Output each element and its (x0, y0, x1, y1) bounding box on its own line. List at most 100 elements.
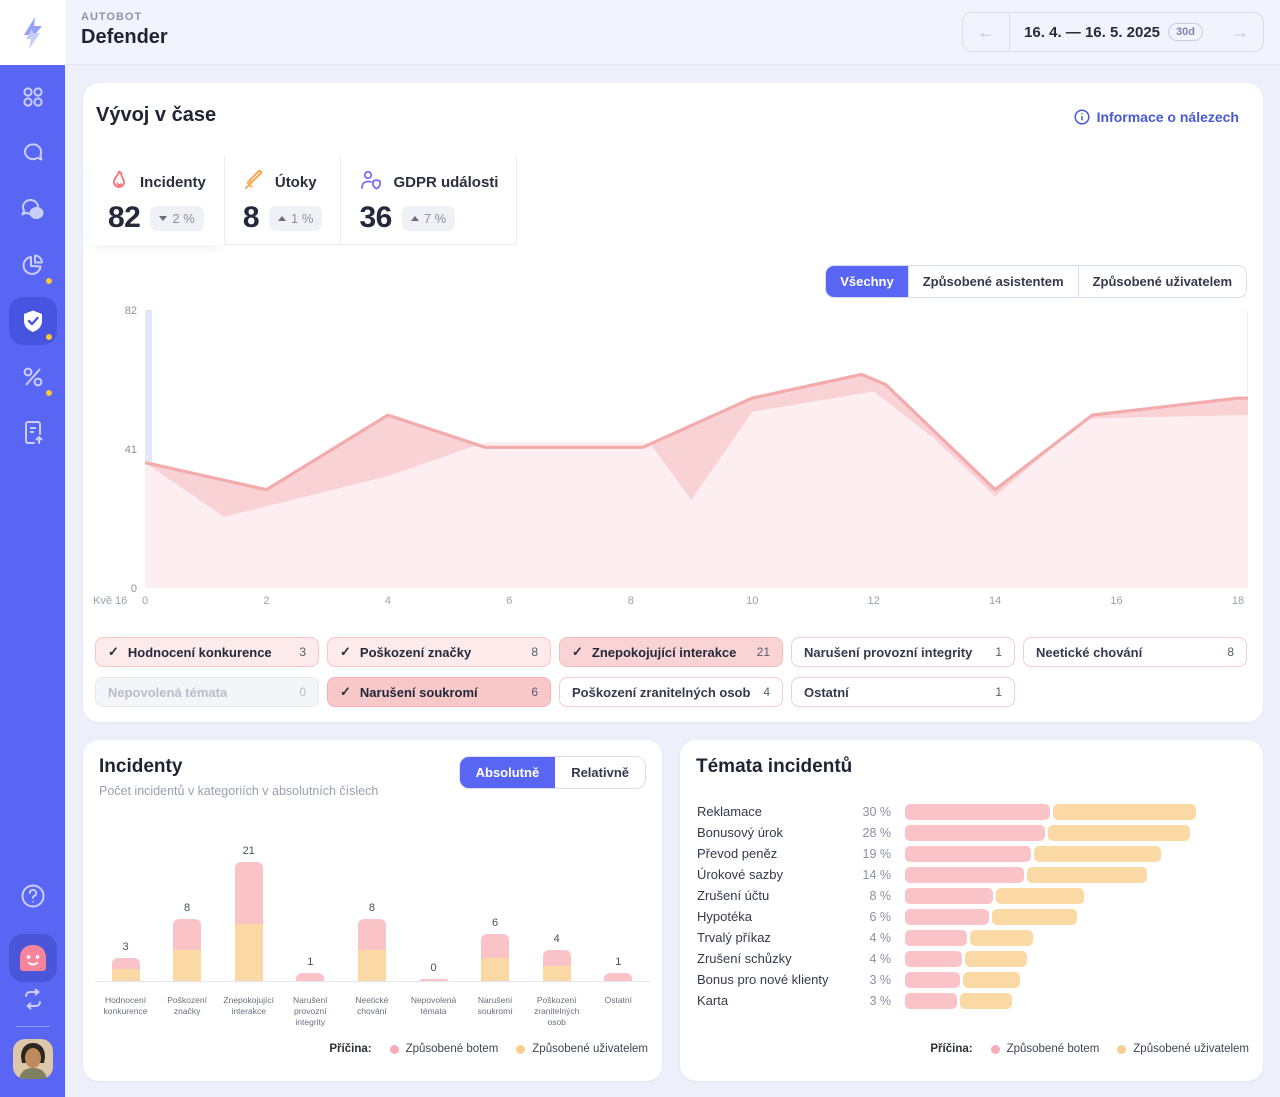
topic-label: Trvalý příkaz (697, 930, 847, 945)
prev-period-button[interactable]: ← (963, 13, 1009, 51)
topic-row-bonusový-úrok[interactable]: Bonusový úrok28 % (697, 822, 1246, 843)
bar-narušení-provozní-integrity[interactable]: 1 (280, 956, 341, 981)
segment-bot (296, 973, 324, 981)
topic-percent: 4 % (847, 931, 891, 945)
sidebar-item-analytics[interactable] (9, 241, 57, 289)
bar-stack (173, 919, 201, 981)
topic-row-hypotéka[interactable]: Hypotéka6 % (697, 906, 1246, 927)
sidebar-item-assistant[interactable] (9, 934, 57, 982)
pie-chart-icon (19, 252, 46, 279)
sidebar-item-help[interactable] (9, 872, 57, 920)
topics-title: Témata incidentů (696, 756, 852, 778)
sidebar-item-conversations[interactable] (9, 185, 57, 233)
bar-value-label: 0 (430, 962, 436, 974)
tab-incidenty[interactable]: Incidenty822 % (90, 155, 225, 245)
gdpr-person-shield-icon (359, 169, 383, 195)
sidebar-item-apps[interactable] (9, 73, 57, 121)
filter-chip-poškození-zranitelných-osob[interactable]: Poškození zranitelných osob4 (559, 677, 783, 707)
bar-neetické-chování[interactable]: 8 (341, 902, 402, 981)
bar-category-label: Ostatní (588, 995, 649, 1006)
legend-dot (1117, 1045, 1126, 1054)
lightning-bolt-icon (18, 16, 48, 50)
bar-stack (296, 973, 324, 981)
topic-segment-bot (905, 804, 1050, 820)
topic-row-úrokové-sazby[interactable]: Úrokové sazby14 % (697, 864, 1246, 885)
bar-hodnocení-konkurence[interactable]: 3 (95, 941, 156, 981)
topic-label: Hypotéka (697, 909, 847, 924)
sidebar-item-chat[interactable] (9, 129, 57, 177)
topic-percent: 19 % (847, 847, 891, 861)
chip-count: 3 (299, 645, 306, 659)
filter-chip-poškození-značky[interactable]: ✓Poškození značky8 (327, 637, 551, 667)
topic-bars (905, 909, 1077, 925)
filter-chip-narušení-provozní-integrity[interactable]: Narušení provozní integrity1 (791, 637, 1015, 667)
legend-item: Způsobené botem (390, 1043, 499, 1055)
date-range-text: 16. 4. — 16. 5. 2025 (1024, 24, 1160, 41)
chip-label: Neetické chování (1036, 645, 1142, 660)
segment-způsobené-uživatelem[interactable]: Způsobené uživatelem (1078, 266, 1246, 297)
filter-chip-ostatní[interactable]: Ostatní1 (791, 677, 1015, 707)
incidents-bar-chart[interactable]: 3821180641 (95, 840, 650, 981)
topics-card: Témata incidentů Reklamace30 %Bonusový ú… (680, 740, 1263, 1081)
filter-chip-narušení-soukromí[interactable]: ✓Narušení soukromí6 (327, 677, 551, 707)
segment-způsobené-asistentem[interactable]: Způsobené asistentem (908, 266, 1078, 297)
filter-chip-neetické-chování[interactable]: Neetické chování8 (1023, 637, 1247, 667)
check-icon: ✓ (340, 684, 351, 700)
date-range-display[interactable]: 16. 4. — 16. 5. 2025 30d (1009, 13, 1217, 51)
overview-card: Vývoj v čase Informace o nálezech Incide… (83, 83, 1263, 722)
topic-label: Bonusový úrok (697, 825, 847, 840)
topic-percent: 28 % (847, 826, 891, 840)
topic-bars (905, 930, 1033, 946)
timeline-area-chart[interactable] (145, 310, 1248, 588)
chip-count: 21 (757, 645, 770, 659)
findings-info-link[interactable]: Informace o nálezech (1074, 109, 1239, 125)
tab-gdpr-události[interactable]: GDPR události367 % (341, 155, 517, 244)
user-avatar[interactable] (13, 1039, 53, 1079)
topic-label: Bonus pro nové klienty (697, 972, 847, 987)
app-logo[interactable] (0, 0, 65, 65)
toggle-relativně[interactable]: Relativně (555, 757, 645, 788)
bar-poškození-značky[interactable]: 8 (157, 902, 218, 981)
sidebar-item-rates[interactable] (9, 353, 57, 401)
chip-count: 0 (299, 685, 306, 699)
bar-value-label: 21 (243, 845, 255, 857)
notification-dot (44, 276, 54, 286)
topic-row-trvalý-příkaz[interactable]: Trvalý příkaz4 % (697, 927, 1246, 948)
topic-row-reklamace[interactable]: Reklamace30 % (697, 801, 1246, 822)
sidebar-item-export[interactable] (9, 409, 57, 457)
bar-category-label: Neetické chování (341, 995, 402, 1017)
findings-info-label: Informace o nálezech (1097, 109, 1239, 125)
topic-segment-user (1034, 846, 1161, 862)
sidebar-item-switch[interactable] (15, 984, 51, 1014)
notification-dot (44, 388, 54, 398)
bar-nepovolená-témata[interactable]: 0 (403, 962, 464, 981)
app-header: AUTOBOT Defender ← 16. 4. — 16. 5. 2025 … (0, 0, 1280, 65)
segment-bot (112, 958, 140, 970)
topic-row-bonus-pro-nové-klienty[interactable]: Bonus pro nové klienty3 % (697, 969, 1246, 990)
topic-segment-bot (905, 951, 962, 967)
segment-všechny[interactable]: Všechny (826, 266, 907, 297)
filter-chip-znepokojující-interakce[interactable]: ✓Znepokojující interakce21 (559, 637, 783, 667)
bar-znepokojující-interakce[interactable]: 21 (218, 845, 279, 981)
cause-segmented-control: VšechnyZpůsobené asistentemZpůsobené uži… (825, 265, 1247, 298)
bar-ostatní[interactable]: 1 (588, 956, 649, 981)
segment-user (173, 950, 201, 981)
sidebar-item-defender[interactable] (9, 297, 57, 345)
bar-category-label: Nepovolená témata (403, 995, 464, 1017)
topic-bars (905, 825, 1190, 841)
topic-row-zrušení-schůzky[interactable]: Zrušení schůzky4 % (697, 948, 1246, 969)
topic-row-zrušení-účtu[interactable]: Zrušení účtu8 % (697, 885, 1246, 906)
next-period-button[interactable]: → (1217, 13, 1263, 51)
bar-value-label: 8 (369, 902, 375, 914)
topic-label: Reklamace (697, 804, 847, 819)
tab-útoky[interactable]: Útoky81 % (225, 155, 342, 244)
bar-poškození-zranitelných-osob[interactable]: 4 (526, 933, 587, 981)
bar-narušení-soukromí[interactable]: 6 (465, 917, 526, 981)
topic-row-převod-peněz[interactable]: Převod peněz19 % (697, 843, 1246, 864)
toggle-absolutně[interactable]: Absolutně (460, 757, 556, 788)
segment-user (235, 924, 263, 981)
filter-chip-hodnocení-konkurence[interactable]: ✓Hodnocení konkurence3 (95, 637, 319, 667)
topic-row-karta[interactable]: Karta3 % (697, 990, 1246, 1011)
chip-label: Nepovolená témata (108, 685, 227, 700)
cause-legend: Příčina:Způsobené botemZpůsobené uživate… (930, 1043, 1249, 1055)
